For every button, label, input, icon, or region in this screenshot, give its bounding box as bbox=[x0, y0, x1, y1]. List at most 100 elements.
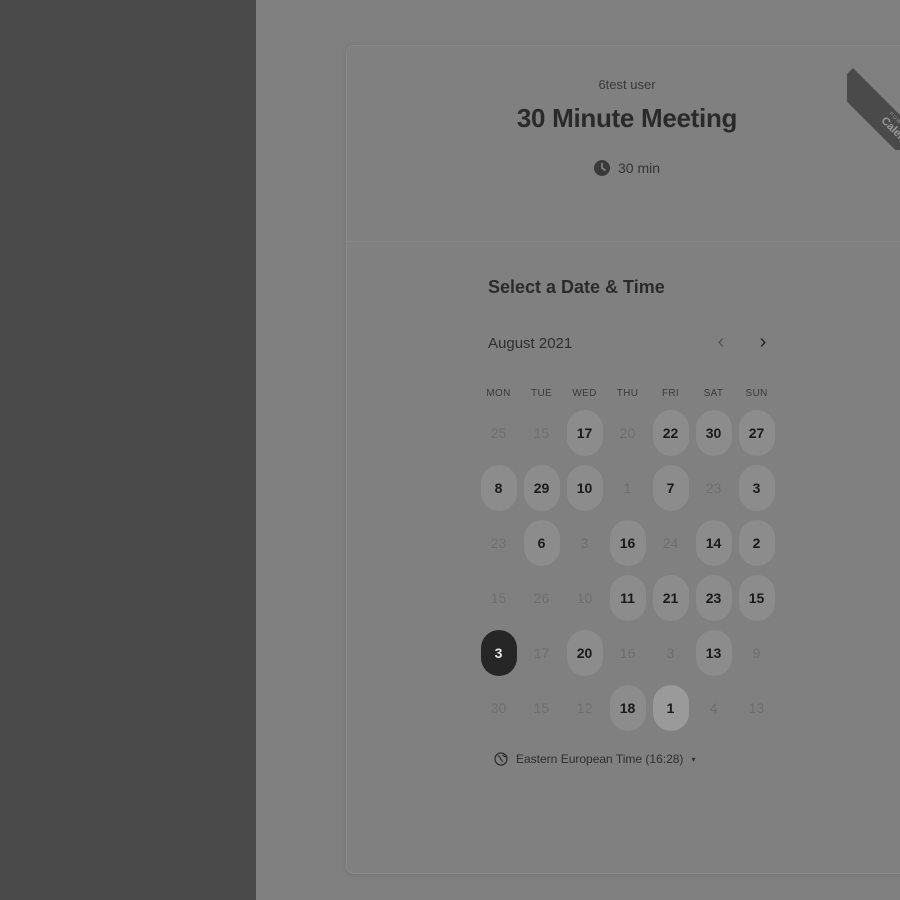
available-day-button[interactable]: 8 bbox=[480, 465, 517, 511]
chevron-right-icon: › bbox=[759, 331, 767, 353]
weekday-tue: TUE bbox=[531, 388, 552, 399]
day-cell: 23 bbox=[477, 520, 520, 575]
unavailable-day: 30 bbox=[490, 700, 507, 716]
day-cell: 13 bbox=[735, 685, 778, 740]
day-cell: 20 bbox=[606, 410, 649, 465]
unavailable-day: 26 bbox=[533, 590, 550, 606]
unavailable-day: 25 bbox=[490, 425, 507, 441]
day-cell: 14 bbox=[692, 520, 735, 575]
day-cell: 16 bbox=[606, 520, 649, 575]
day-cell: 8 bbox=[477, 465, 520, 520]
day-cell: 6 bbox=[520, 520, 563, 575]
available-day-button[interactable]: 15 bbox=[738, 575, 775, 621]
booking-card: 6test user 30 Minute Meeting 30 min POWE… bbox=[346, 45, 900, 874]
day-cell: 15 bbox=[477, 575, 520, 630]
day-cell: 3 bbox=[477, 630, 520, 685]
day-cell: 26 bbox=[520, 575, 563, 630]
month-label: August 2021 bbox=[488, 335, 573, 352]
unavailable-day: 17 bbox=[533, 645, 550, 661]
next-month-button[interactable]: › bbox=[751, 330, 775, 354]
day-cell: 21 bbox=[649, 575, 692, 630]
available-day-button[interactable]: 21 bbox=[652, 575, 689, 621]
powered-by-badge[interactable]: POWERED BY Calendly bbox=[847, 46, 900, 150]
available-day-button[interactable]: 17 bbox=[566, 410, 603, 456]
available-day-button[interactable]: 30 bbox=[695, 410, 732, 456]
day-cell: 1 bbox=[606, 465, 649, 520]
weekday-mon: MON bbox=[486, 388, 511, 399]
day-cell: 16 bbox=[606, 630, 649, 685]
selected-day-button[interactable]: 3 bbox=[480, 630, 517, 676]
available-day-button[interactable]: 23 bbox=[695, 575, 732, 621]
day-cell: 17 bbox=[520, 630, 563, 685]
available-day-button[interactable]: 2 bbox=[738, 520, 775, 566]
day-cell: 10 bbox=[563, 575, 606, 630]
event-owner: 6test user bbox=[598, 77, 656, 92]
caret-down-icon: ▾ bbox=[691, 754, 696, 764]
badge-ribbon: POWERED BY Calendly bbox=[847, 68, 900, 150]
unavailable-day: 15 bbox=[533, 425, 550, 441]
weekday-sat: SAT bbox=[703, 388, 724, 399]
timezone-label: Eastern European Time (16:28) bbox=[516, 752, 684, 766]
prev-month-button[interactable]: ‹ bbox=[709, 330, 733, 354]
event-header: 6test user 30 Minute Meeting 30 min bbox=[347, 46, 900, 242]
day-cell: 3 bbox=[735, 465, 778, 520]
available-day-button[interactable]: 10 bbox=[566, 465, 603, 511]
unavailable-day: 23 bbox=[705, 480, 722, 496]
day-cell: 15 bbox=[735, 575, 778, 630]
day-cell: 2 bbox=[735, 520, 778, 575]
available-day-button[interactable]: 27 bbox=[738, 410, 775, 456]
unavailable-day: 24 bbox=[662, 535, 679, 551]
available-day-button[interactable]: 7 bbox=[652, 465, 689, 511]
unavailable-day: 3 bbox=[580, 535, 589, 551]
unavailable-day: 9 bbox=[752, 645, 761, 661]
available-day-button[interactable]: 18 bbox=[609, 685, 646, 731]
day-cell: 18 bbox=[606, 685, 649, 740]
chevron-left-icon: ‹ bbox=[717, 331, 725, 353]
event-title: 30 Minute Meeting bbox=[516, 103, 738, 133]
day-cell: 4 bbox=[692, 685, 735, 740]
day-cell: 1 bbox=[649, 685, 692, 740]
available-day-button[interactable]: 1 bbox=[652, 685, 689, 731]
day-cell: 12 bbox=[563, 685, 606, 740]
weekday-wed: WED bbox=[572, 388, 597, 399]
day-cell: 13 bbox=[692, 630, 735, 685]
unavailable-day: 4 bbox=[709, 700, 718, 716]
unavailable-day: 10 bbox=[576, 590, 593, 606]
day-cell: 11 bbox=[606, 575, 649, 630]
timezone-selector[interactable]: Eastern European Time (16:28) ▾ bbox=[494, 752, 695, 766]
available-day-button[interactable]: 3 bbox=[738, 465, 775, 511]
day-cell: 7 bbox=[649, 465, 692, 520]
day-cell: 22 bbox=[649, 410, 692, 465]
unavailable-day: 15 bbox=[490, 590, 507, 606]
unavailable-day: 1 bbox=[623, 480, 632, 496]
day-cell: 23 bbox=[692, 465, 735, 520]
day-cell: 20 bbox=[563, 630, 606, 685]
available-day-button[interactable]: 16 bbox=[609, 520, 646, 566]
event-duration: 30 min bbox=[347, 160, 900, 176]
available-day-button[interactable]: 29 bbox=[523, 465, 560, 511]
duration-label: 30 min bbox=[617, 160, 661, 176]
available-day-button[interactable]: 6 bbox=[523, 520, 560, 566]
weekday-fri: FRI bbox=[661, 388, 679, 399]
day-cell: 10 bbox=[563, 465, 606, 520]
available-day-button[interactable]: 11 bbox=[609, 575, 646, 621]
unavailable-day: 20 bbox=[619, 425, 636, 441]
left-panel bbox=[0, 0, 256, 900]
day-cell: 29 bbox=[520, 465, 563, 520]
day-cell: 15 bbox=[520, 410, 563, 465]
day-cell: 3 bbox=[563, 520, 606, 575]
day-cell: 30 bbox=[477, 685, 520, 740]
unavailable-day: 15 bbox=[533, 700, 550, 716]
globe-icon bbox=[494, 752, 508, 766]
unavailable-day: 16 bbox=[619, 645, 636, 661]
available-day-button[interactable]: 14 bbox=[695, 520, 732, 566]
available-day-button[interactable]: 22 bbox=[652, 410, 689, 456]
available-day-button[interactable]: 13 bbox=[695, 630, 732, 676]
calendar-grid: 25 15 17 20 22 30 27 8 29 10 1 7 23 3 23 6 3 16 24 14 2 15 26 1… bbox=[477, 410, 778, 740]
weekday-header: MON TUE WED THU FRI SAT SUN bbox=[477, 388, 778, 399]
weekday-sun: SUN bbox=[745, 388, 768, 399]
unavailable-day: 3 bbox=[666, 645, 675, 661]
day-cell: 25 bbox=[477, 410, 520, 465]
day-cell: 23 bbox=[692, 575, 735, 630]
available-day-button[interactable]: 20 bbox=[566, 630, 603, 676]
